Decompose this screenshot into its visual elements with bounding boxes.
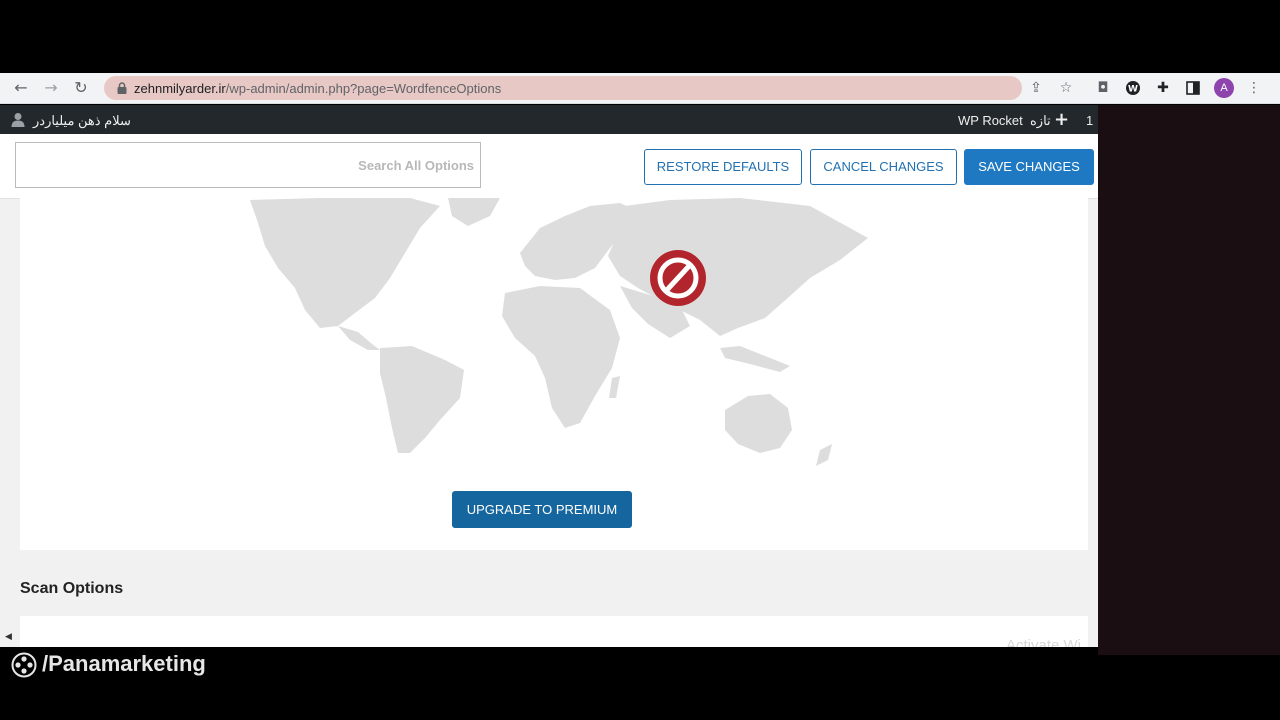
options-toolbar: RESTORE DEFAULTS CANCEL CHANGES SAVE CHA… [0, 134, 1098, 199]
reload-icon[interactable]: ↻ [72, 79, 90, 97]
upgrade-premium-button[interactable]: UPGRADE TO PREMIUM [452, 491, 632, 528]
user-icon[interactable] [11, 112, 25, 127]
url-domain: zehnmilyarder.ir [134, 81, 226, 96]
background-area [1098, 105, 1280, 655]
search-options-input[interactable] [15, 142, 481, 188]
new-content-label[interactable]: تازه [1030, 113, 1051, 129]
wordpress-icon[interactable]: W [1124, 79, 1142, 97]
camera-icon[interactable]: ◘ [1094, 79, 1112, 97]
wp-rocket-menu[interactable]: WP Rocket [958, 113, 1023, 128]
main-content: RESTORE DEFAULTS CANCEL CHANGES SAVE CHA… [0, 134, 1098, 647]
cancel-changes-button[interactable]: CANCEL CHANGES [810, 149, 957, 185]
admin-bar: سلام ذهن میلیاردر WP Rocket تازه + 1 [0, 105, 1098, 134]
blocked-icon [650, 250, 706, 306]
svg-text:W: W [1128, 85, 1138, 95]
menu-icon[interactable]: ⋮ [1245, 79, 1263, 97]
scan-options-heading: Scan Options [20, 580, 124, 597]
plus-icon[interactable]: + [1054, 109, 1069, 130]
back-icon[interactable]: ← [12, 79, 30, 97]
url-path: /wp-admin/admin.php?page=WordfenceOption… [225, 81, 502, 96]
forward-icon[interactable]: → [42, 79, 60, 97]
restore-defaults-button[interactable]: RESTORE DEFAULTS [644, 149, 802, 185]
country-blocking-card: UPGRADE TO PREMIUM [20, 198, 1088, 550]
extensions-icon[interactable]: ✚ [1154, 79, 1172, 97]
address-bar[interactable]: zehnmilyarder.ir/wp-admin/admin.php?page… [104, 76, 1022, 100]
account-greeting[interactable]: سلام ذهن میلیاردر [33, 113, 131, 129]
scan-options-card [20, 616, 1088, 647]
channel-brand: /Panamarketing [42, 651, 206, 676]
activation-watermark: Activate Wi [1006, 637, 1082, 647]
sidepanel-icon[interactable] [1184, 79, 1202, 97]
url-text[interactable]: zehnmilyarder.ir/wp-admin/admin.php?page… [134, 81, 501, 96]
lock-icon[interactable] [115, 81, 129, 95]
star-icon[interactable]: ☆ [1057, 79, 1075, 97]
film-reel-icon [11, 652, 37, 678]
updates-count[interactable]: 1 [1086, 113, 1093, 128]
scroll-left-icon[interactable]: ◀ [5, 632, 12, 642]
save-changes-button[interactable]: SAVE CHANGES [964, 149, 1094, 185]
share-icon[interactable]: ⇪ [1027, 79, 1045, 97]
browser-toolbar: ← → ↻ zehnmilyarder.ir/wp-admin/admin.ph… [0, 73, 1280, 104]
profile-avatar[interactable]: A [1214, 78, 1234, 98]
